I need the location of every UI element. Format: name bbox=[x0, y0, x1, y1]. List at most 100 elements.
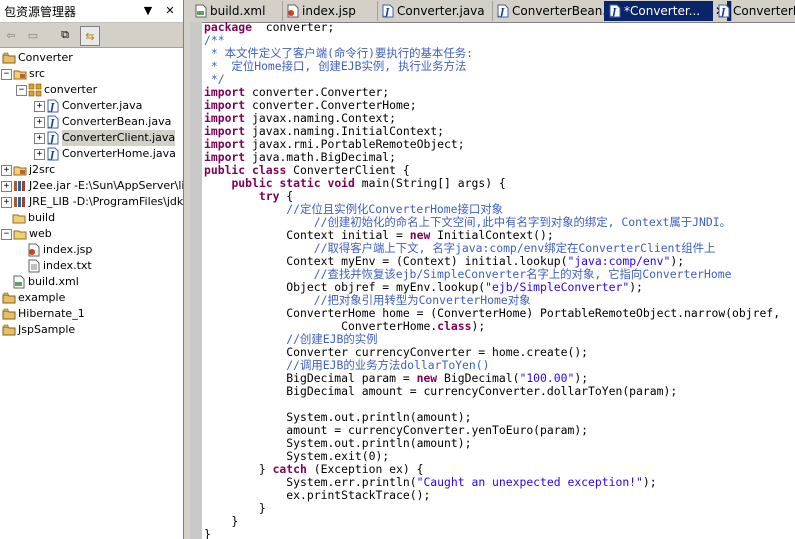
expand-icon[interactable]: + bbox=[1, 165, 12, 176]
svg-text:J: J bbox=[719, 8, 726, 18]
code-token: Context initial = bbox=[204, 228, 410, 242]
tree-item[interactable]: + J ConverterHome.java bbox=[0, 146, 183, 162]
collapse-icon[interactable]: − bbox=[1, 229, 12, 240]
code-token: "ejb/SimpleConverter" bbox=[485, 280, 630, 294]
code-token: ex.printStackTrace(); bbox=[204, 488, 431, 502]
code-token: Context myEnv = (Context) initial.lookup… bbox=[204, 254, 568, 268]
code-token: "Caught an unexpected exception!" bbox=[416, 475, 643, 489]
svg-text:J: J bbox=[48, 135, 55, 145]
code-token: import bbox=[204, 137, 246, 151]
tree-item-label: web bbox=[29, 227, 52, 240]
collapse-icon[interactable]: − bbox=[16, 85, 27, 96]
tree-item[interactable]: + j2src bbox=[0, 162, 183, 178]
txt-file-icon bbox=[27, 259, 41, 273]
java-file-icon: J bbox=[717, 4, 730, 18]
tree-item[interactable]: + J ConverterBean.java bbox=[0, 114, 183, 130]
tree-item-label: build bbox=[28, 211, 56, 224]
code-token: //查找并恢复该ejb/SimpleConverter名字上的对象, 它指向Co… bbox=[313, 267, 732, 281]
code-token: import bbox=[204, 111, 246, 125]
code-token: amount = currencyConverter.yenToEuro(par… bbox=[204, 423, 589, 437]
editor-tab[interactable]: J ConverterHo bbox=[713, 1, 795, 21]
expand-icon[interactable]: + bbox=[1, 197, 12, 208]
project-icon bbox=[2, 323, 16, 337]
editor-tab[interactable]: J ConverterBean... bbox=[492, 1, 605, 21]
expand-icon[interactable]: + bbox=[1, 181, 12, 192]
tree-item-label: example bbox=[18, 291, 66, 304]
code-token: //调用EJB的业务方法dollarToYen() bbox=[286, 358, 490, 372]
tree-item[interactable]: JspSample bbox=[0, 322, 183, 338]
close-icon[interactable]: ✕ bbox=[163, 3, 177, 17]
java-file-icon: J bbox=[46, 99, 60, 113]
back-icon[interactable]: ⇦ bbox=[2, 26, 20, 44]
editor-tab[interactable]: index.jsp bbox=[282, 1, 378, 21]
tree-item[interactable]: + J ConverterClient.java bbox=[0, 130, 183, 146]
folder-icon bbox=[13, 227, 27, 241]
tree-item[interactable]: example bbox=[0, 290, 183, 306]
code-token: import bbox=[204, 98, 246, 112]
code-token: Converter currencyConverter = home.creat… bbox=[204, 345, 589, 359]
up-icon[interactable]: ▭ bbox=[24, 26, 42, 44]
java-file-icon: J bbox=[608, 4, 621, 18]
tree-item[interactable]: index.jsp bbox=[0, 242, 183, 258]
package-explorer-title: 包资源管理器 bbox=[4, 4, 77, 19]
editor-tab[interactable]: J Converter.java bbox=[377, 1, 493, 21]
jsp-file-icon bbox=[286, 4, 299, 18]
code-token: main(String[] args) { bbox=[354, 176, 506, 190]
expand-icon[interactable]: + bbox=[34, 133, 45, 144]
tree-item-label: JspSample bbox=[18, 323, 76, 336]
code-line: } bbox=[204, 515, 795, 528]
tree-item[interactable]: build bbox=[0, 210, 183, 226]
tree-item-label: index.txt bbox=[43, 259, 92, 272]
code-line: BigDecimal amount = currencyConverter.do… bbox=[204, 385, 795, 398]
tree-item[interactable]: − web bbox=[0, 226, 183, 242]
project-icon bbox=[2, 291, 16, 305]
code-editor: build.xml index.jsp J Converter.java J Conver… bbox=[190, 0, 795, 539]
code-area[interactable]: package converter;/** * 本文件定义了客户端(命令行)要执… bbox=[204, 21, 795, 539]
tree-item[interactable]: index.txt bbox=[0, 258, 183, 274]
editor-tab-label: ConverterHo bbox=[733, 4, 795, 18]
project-icon bbox=[2, 51, 16, 65]
java-file-icon: J bbox=[46, 131, 60, 145]
code-token: ); bbox=[670, 254, 685, 268]
code-token: ); bbox=[574, 371, 589, 385]
code-token: { bbox=[279, 189, 294, 203]
code-token: ); bbox=[471, 319, 486, 333]
code-token: BigDecimal amount = currencyConverter.do… bbox=[204, 384, 678, 398]
jar-icon bbox=[13, 179, 27, 193]
code-token: BigDecimal( bbox=[437, 371, 520, 385]
expand-icon[interactable]: + bbox=[34, 117, 45, 128]
editor-tab[interactable]: build.xml bbox=[190, 1, 283, 21]
tree-item-label: src bbox=[29, 67, 46, 80]
java-file-icon: J bbox=[496, 4, 509, 18]
code-token: "java:comp/env" bbox=[567, 254, 671, 268]
code-token: System.out.println(amount); bbox=[204, 436, 472, 450]
tree-item[interactable]: − src bbox=[0, 66, 183, 82]
tree-item[interactable]: + J Converter.java bbox=[0, 98, 183, 114]
code-token: ConverterHome home = (ConverterHome) Por… bbox=[204, 306, 781, 320]
code-token: } bbox=[204, 462, 273, 476]
expand-icon[interactable]: + bbox=[34, 101, 45, 112]
tree-item-label: J2ee.jar -E:\Sun\AppServer\lib bbox=[29, 179, 184, 192]
view-menu-icon[interactable]: ▼ bbox=[141, 3, 155, 17]
expand-icon[interactable]: + bbox=[34, 149, 45, 160]
code-token: ConverterClient { bbox=[286, 163, 410, 177]
tree-item[interactable]: + J2ee.jar -E:\Sun\AppServer\lib bbox=[0, 178, 183, 194]
code-token: InitialContext(); bbox=[430, 228, 554, 242]
code-line: } bbox=[204, 528, 795, 539]
tree-item[interactable]: + JRE_LIB -D:\ProgramFiles\jdk1 bbox=[0, 194, 183, 210]
code-token: } bbox=[204, 514, 239, 528]
tree-item-label: j2src bbox=[29, 163, 56, 176]
tree-item[interactable]: Converter bbox=[0, 50, 183, 66]
collapse-icon[interactable]: − bbox=[1, 69, 12, 80]
svg-text:J: J bbox=[48, 119, 55, 129]
link-with-editor-icon[interactable]: ⇆ bbox=[80, 26, 100, 46]
code-token: converter; bbox=[252, 20, 335, 34]
tree-item[interactable]: build.xml bbox=[0, 274, 183, 290]
tree-item-label: JRE_LIB -D:\ProgramFiles\jdk1 bbox=[29, 195, 184, 208]
collapse-all-icon[interactable]: ⧉ bbox=[56, 26, 74, 44]
tree-item[interactable]: − converter bbox=[0, 82, 183, 98]
tree-item[interactable]: Hibernate_1 bbox=[0, 306, 183, 322]
